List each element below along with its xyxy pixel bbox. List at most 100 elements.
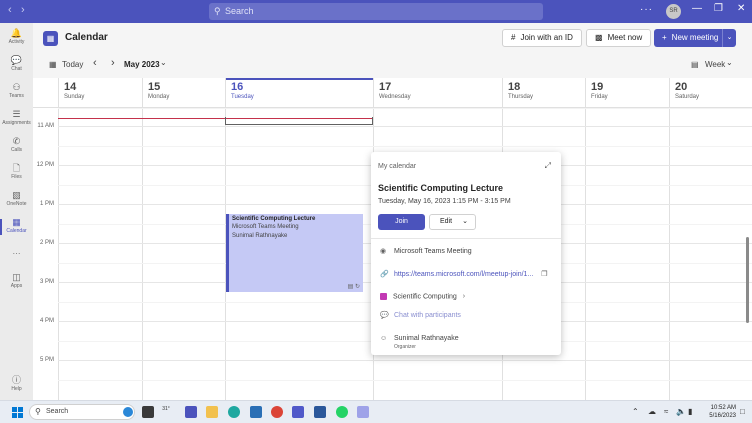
chat-row[interactable]: 💬 Chat with participants [380,311,461,319]
rail-label: Teams [9,93,24,99]
today-button[interactable]: Today [62,60,83,69]
meet-now-button[interactable]: ▩ Meet now [586,29,652,47]
event-location: Microsoft Teams Meeting [232,224,299,230]
maximize-icon[interactable]: ❐ [714,3,723,14]
rail-item-apps[interactable]: ◫ Apps [0,272,33,289]
taskbar-search-input[interactable]: ⚲ Search [29,404,135,420]
day-header-friday[interactable]: 19 Friday [585,78,669,108]
chevron-down-icon[interactable]: ⌄ [160,58,167,67]
day-name: Monday [148,94,170,100]
edit-button[interactable]: Edit ⌄ [429,214,476,230]
channel-row[interactable]: Scientific Computing › [380,293,465,300]
meeting-link[interactable]: https://teams.microsoft.com/l/meetup-joi… [394,271,533,278]
time-label: 2 PM [39,240,54,246]
search-icon: ⚲ [35,407,41,416]
store-icon[interactable] [250,406,262,418]
avatar[interactable]: SR [666,4,681,19]
day-number: 18 [508,81,521,93]
view-selector[interactable]: Week [705,60,725,69]
bing-icon[interactable] [123,407,133,417]
video-icon: ▩ [595,33,603,42]
edge-icon[interactable] [228,406,240,418]
hour-line [58,126,752,127]
wifi-icon[interactable]: ≈ [664,407,668,416]
rail-item-help[interactable]: ⓘ Help [0,375,33,392]
forward-arrow-icon[interactable]: › [21,4,25,16]
channel-name: Scientific Computing [393,293,457,301]
windows-start-icon[interactable] [12,407,23,418]
event-details-popup: My calendar ⤢ Scientific Computing Lectu… [371,152,561,355]
meeting-type: Microsoft Teams Meeting [394,248,472,255]
rail-item-assignments[interactable]: ☰ Assignments [0,109,33,126]
file-explorer-icon[interactable] [206,406,218,418]
teams-channel-icon [380,293,387,300]
chevron-down-icon: ⌄ [726,34,733,41]
teams-icon[interactable] [292,406,304,418]
minimize-icon[interactable]: — [692,3,702,14]
day-number: 14 [64,81,77,93]
day-number: 15 [148,81,161,93]
previous-week-icon[interactable]: ‹ [93,57,97,69]
whatsapp-icon[interactable] [336,406,348,418]
windows-taskbar: ⚲ Search 31° ⌃ ☁ ≈ 🔈 ▮ 10:52 AM 5/16/202… [0,400,752,423]
more-options-icon[interactable]: ··· [640,4,653,15]
day-header-sunday[interactable]: 14 Sunday [58,78,142,108]
next-week-icon[interactable]: › [111,57,115,69]
close-icon[interactable]: ✕ [737,3,745,14]
volume-icon[interactable]: 🔈 [676,407,686,416]
teams-chat-icon[interactable] [185,406,197,418]
rail-label: Calendar [6,228,27,234]
join-with-id-button[interactable]: # Join with an ID [502,29,582,47]
rail-item-activity[interactable]: 🔔 Activity [0,28,33,45]
rail-label: OneNote [6,201,27,207]
rail-item-chat[interactable]: 💬 Chat [0,55,33,72]
event-title: Scientific Computing Lecture [378,183,504,193]
join-with-id-label: Join with an ID [520,33,573,42]
chat-with-participants-link[interactable]: Chat with participants [394,312,461,319]
new-meeting-button[interactable]: + New meeting [654,29,727,47]
back-arrow-icon[interactable]: ‹ [8,4,12,16]
bell-icon: 🔔 [10,28,23,38]
hash-icon: # [511,33,516,42]
system-clock[interactable]: 10:52 AM 5/16/2023 [700,404,736,420]
rail-item-more[interactable]: ··· [0,249,33,258]
word-icon[interactable] [314,406,326,418]
task-view-icon[interactable] [142,406,154,418]
calendar-name: My calendar [378,163,417,170]
event-scientific-computing-lecture[interactable]: Scientific Computing Lecture Microsoft T… [226,214,363,292]
title-bar: ‹ › ⚲ Search ··· SR — ❐ ✕ [0,0,752,23]
rail-item-onenote[interactable]: ▧ OneNote [0,190,33,207]
month-selector[interactable]: May 2023 [124,60,160,69]
rail-item-calendar[interactable]: ▦ Calendar [0,217,33,235]
selected-slot[interactable] [225,117,373,125]
copy-icon[interactable]: ❐ [541,271,547,278]
plus-icon: + [662,33,667,42]
rail-item-teams[interactable]: ⚇ Teams [0,82,33,99]
taskbar-search-placeholder: Search [46,408,69,415]
rail-item-files[interactable]: 🗋 Files [0,163,33,180]
rail-item-calls[interactable]: ✆ Calls [0,136,33,153]
time-label: 3 PM [39,279,54,285]
new-meeting-dropdown[interactable]: ⌄ [722,29,736,47]
chrome-icon[interactable] [271,406,283,418]
day-header-saturday[interactable]: 20 Saturday [669,78,752,108]
notification-icon[interactable]: □ [740,407,745,416]
tray-chevron-icon[interactable]: ⌃ [632,407,639,416]
search-input[interactable]: ⚲ Search [209,3,543,20]
day-header-wednesday[interactable]: 17 Wednesday [373,78,502,108]
join-button[interactable]: Join [378,214,425,230]
weather-widget[interactable]: 31° [160,406,172,418]
event-title: Scientific Computing Lecture [232,216,316,222]
day-header-tuesday[interactable]: 16 Tuesday [225,78,373,108]
day-header-monday[interactable]: 15 Monday [142,78,225,108]
cloud-icon[interactable]: ☁ [648,407,656,416]
day-header-thursday[interactable]: 18 Thursday [502,78,585,108]
vertical-scrollbar[interactable] [746,237,749,323]
battery-icon[interactable]: ▮ [688,407,692,416]
snipping-tool-icon[interactable] [357,406,369,418]
chevron-down-icon[interactable]: ⌄ [726,58,733,67]
meeting-link-row[interactable]: 🔗 https://teams.microsoft.com/l/meetup-jo… [380,270,548,278]
expand-icon[interactable]: ⤢ [545,161,551,171]
more-icon: ··· [12,249,21,258]
half-hour-line [58,380,752,381]
